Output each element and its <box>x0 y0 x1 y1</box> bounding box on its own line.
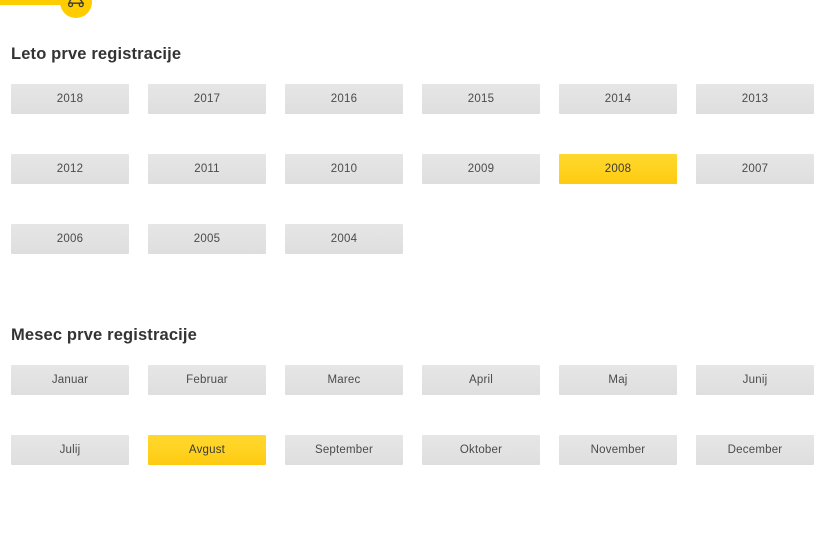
month-option-april[interactable]: April <box>422 365 540 395</box>
year-option-label: 2017 <box>193 93 221 105</box>
month-option-label: Oktober <box>459 444 503 456</box>
year-option-label: 2010 <box>330 163 358 175</box>
year-option-label: 2014 <box>604 93 632 105</box>
month-option-februar[interactable]: Februar <box>148 365 266 395</box>
progress-stepper <box>0 0 825 18</box>
month-option-oktober[interactable]: Oktober <box>422 435 540 465</box>
month-option-junij[interactable]: Junij <box>696 365 814 395</box>
month-option-label: Maj <box>608 374 628 386</box>
month-option-label: Januar <box>51 374 89 386</box>
year-option-label: 2006 <box>56 233 84 245</box>
year-option-2015[interactable]: 2015 <box>422 84 540 114</box>
registration-date-picker-page: Leto prve registracije 2018 2017 2016 2015 2… <box>0 0 825 550</box>
year-options-grid: 2018 2017 2016 2015 2014 2013 2012 2011 2010 2009… <box>0 84 825 294</box>
year-option-2017[interactable]: 2017 <box>148 84 266 114</box>
year-option-label: 2009 <box>467 163 495 175</box>
stepper-step-vehicle[interactable] <box>60 0 92 18</box>
month-options-grid: Januar Februar Marec April Maj Junij Julij Avgu… <box>0 365 825 505</box>
section-year-of-first-registration: Leto prve registracije 2018 2017 2016 2015 2… <box>0 44 825 294</box>
year-option-2007[interactable]: 2007 <box>696 154 814 184</box>
year-option-2005[interactable]: 2005 <box>148 224 266 254</box>
section-title-year: Leto prve registracije <box>11 45 182 63</box>
month-option-label: April <box>468 374 493 386</box>
month-option-label: Julij <box>59 444 81 456</box>
month-option-label: Februar <box>186 374 228 386</box>
year-option-label: 2011 <box>194 163 220 175</box>
year-option-label: 2015 <box>467 93 495 105</box>
month-option-label: December <box>727 444 783 456</box>
year-option-2004[interactable]: 2004 <box>285 224 403 254</box>
month-option-label: November <box>590 444 646 456</box>
month-option-avgust[interactable]: Avgust <box>148 435 266 465</box>
year-option-label: 2004 <box>330 233 358 245</box>
month-option-label: Avgust <box>188 444 226 456</box>
year-option-2012[interactable]: 2012 <box>11 154 129 184</box>
year-option-label: 2005 <box>193 233 221 245</box>
car-icon <box>66 0 86 8</box>
month-option-label: Junij <box>742 374 768 386</box>
year-option-2014[interactable]: 2014 <box>559 84 677 114</box>
year-option-2016[interactable]: 2016 <box>285 84 403 114</box>
year-option-label: 2016 <box>330 93 358 105</box>
year-option-2013[interactable]: 2013 <box>696 84 814 114</box>
month-option-september[interactable]: September <box>285 435 403 465</box>
year-option-2009[interactable]: 2009 <box>422 154 540 184</box>
month-option-januar[interactable]: Januar <box>11 365 129 395</box>
section-month-of-first-registration: Mesec prve registracije Januar Februar Mar… <box>0 325 825 505</box>
year-option-label: 2013 <box>741 93 769 105</box>
year-option-label: 2012 <box>56 163 84 175</box>
year-option-label: 2007 <box>741 163 769 175</box>
month-option-label: September <box>314 444 374 456</box>
month-option-label: Marec <box>327 374 361 386</box>
year-option-2018[interactable]: 2018 <box>11 84 129 114</box>
stepper-progress-track-start <box>0 0 36 5</box>
year-option-2006[interactable]: 2006 <box>11 224 129 254</box>
month-option-november[interactable]: November <box>559 435 677 465</box>
section-title-month: Mesec prve registracije <box>11 326 197 344</box>
year-option-label: 2018 <box>56 93 84 105</box>
month-option-julij[interactable]: Julij <box>11 435 129 465</box>
year-option-2011[interactable]: 2011 <box>148 154 266 184</box>
month-option-maj[interactable]: Maj <box>559 365 677 395</box>
year-option-2008[interactable]: 2008 <box>559 154 677 184</box>
month-option-december[interactable]: December <box>696 435 814 465</box>
year-option-label: 2008 <box>604 163 632 175</box>
month-option-marec[interactable]: Marec <box>285 365 403 395</box>
year-option-2010[interactable]: 2010 <box>285 154 403 184</box>
